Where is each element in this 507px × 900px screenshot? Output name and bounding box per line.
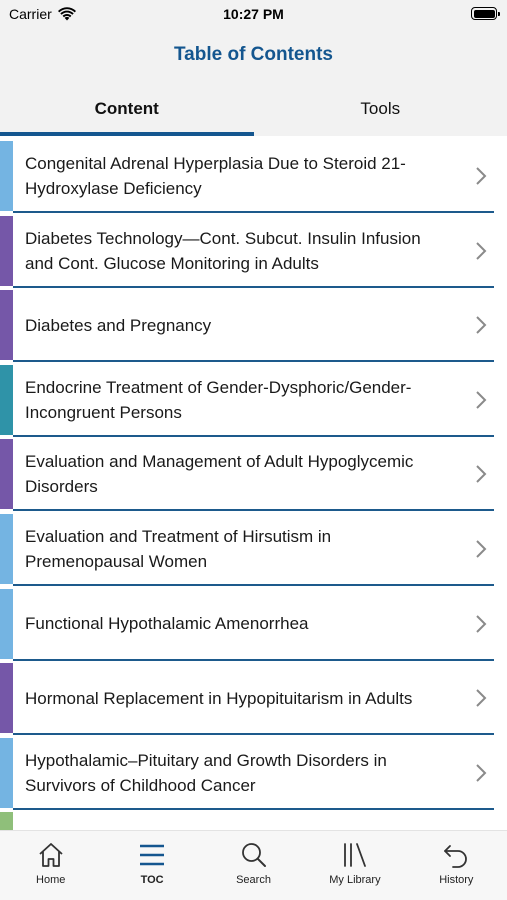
- tab-my-library[interactable]: My Library: [304, 831, 405, 900]
- tab-history-label: History: [439, 874, 474, 886]
- list-item[interactable]: Hypothalamic–Pituitary and Growth Disord…: [0, 737, 507, 813]
- list-item-label: Hypothalamic–Pituitary and Growth Disord…: [25, 750, 387, 795]
- category-stripe: [0, 439, 13, 510]
- tab-toc[interactable]: TOC: [101, 831, 202, 900]
- chevron-right-icon: [476, 540, 487, 558]
- divider: [13, 733, 494, 736]
- divider: [13, 807, 494, 810]
- category-stripe: [0, 290, 13, 361]
- category-stripe: [0, 513, 13, 584]
- list-item-label: Functional Hypothalamic Amenorrhea: [25, 614, 309, 634]
- tab-toc-label: TOC: [140, 874, 164, 886]
- list-item[interactable]: Diabetes Technology—Cont. Subcut. Insuli…: [0, 215, 507, 291]
- divider: [13, 360, 494, 363]
- chevron-right-icon: [476, 614, 487, 633]
- list-item[interactable]: Congenital Adrenal Hyperplasia Due to St…: [0, 141, 507, 216]
- battery-icon: [471, 7, 500, 20]
- chevron-right-icon: [476, 391, 487, 409]
- divider: [13, 434, 494, 437]
- list-item-label: Diabetes Technology—Cont. Subcut. Insuli…: [25, 228, 421, 273]
- category-stripe: [0, 663, 13, 734]
- status-time: 10:27 PM: [223, 6, 284, 22]
- list-icon: [140, 844, 165, 866]
- list-item[interactable]: Diabetes and Pregnancy: [0, 290, 507, 365]
- list-item[interactable]: Evaluation and Treatment of Hirsutism in…: [0, 513, 507, 589]
- list-item[interactable]: Functional Hypothalamic Amenorrhea: [0, 588, 507, 664]
- tab-history[interactable]: History: [406, 831, 507, 900]
- list-item[interactable]: Endocrine Treatment of Gender-Dysphoric/…: [0, 364, 507, 440]
- toc-list: Congenital Adrenal Hyperplasia Due to St…: [0, 141, 507, 830]
- status-bar: Carrier 10:27 PM: [0, 0, 507, 30]
- tab-home[interactable]: Home: [0, 831, 101, 900]
- chevron-right-icon: [476, 465, 487, 484]
- chevron-right-icon: [476, 689, 487, 707]
- list-item-label: Evaluation and Management of Adult Hypog…: [25, 452, 414, 497]
- search-icon: [241, 843, 266, 867]
- list-item-label: Endocrine Treatment of Gender-Dysphoric/…: [25, 377, 412, 422]
- list-item-label: Congenital Adrenal Hyperplasia Due to St…: [25, 154, 406, 198]
- chevron-right-icon: [476, 316, 487, 334]
- divider: [13, 211, 494, 213]
- category-stripe: [0, 737, 13, 808]
- divider: [13, 285, 494, 288]
- tab-content[interactable]: Content: [0, 88, 254, 136]
- page-title: Table of Contents: [173, 44, 334, 65]
- divider: [13, 583, 494, 586]
- tab-my-library-label: My Library: [329, 874, 381, 886]
- list-item-label: Diabetes and Pregnancy: [25, 315, 212, 335]
- tab-home-label: Home: [36, 874, 66, 886]
- list-item[interactable]: Evaluation and Management of Adult Hypog…: [0, 439, 507, 514]
- tab-search-label: Search: [236, 874, 271, 886]
- category-stripe: [0, 364, 13, 435]
- tab-tools[interactable]: Tools: [254, 88, 507, 136]
- list-item-label: Hormonal Replacement in Hypopituitarism …: [25, 688, 413, 708]
- library-icon: [344, 843, 366, 867]
- chevron-right-icon: [476, 167, 487, 185]
- chevron-right-icon: [476, 764, 487, 782]
- category-stripe: [0, 141, 13, 211]
- chevron-right-icon: [476, 241, 487, 260]
- category-stripe: [0, 215, 13, 286]
- bottom-tab-bar: Home TOC Search My Library History: [0, 830, 507, 900]
- category-stripe: [0, 812, 13, 830]
- divider: [13, 509, 494, 512]
- header: Table of Contents Content Tools: [0, 30, 507, 136]
- list-item-label: [25, 812, 447, 830]
- list-item[interactable]: Hormonal Replacement in Hypopituitarism …: [0, 663, 507, 738]
- category-stripe: [0, 588, 13, 659]
- tab-search[interactable]: Search: [203, 831, 304, 900]
- home-icon: [39, 843, 63, 867]
- divider: [13, 658, 494, 661]
- segment-tabs: Content Tools: [0, 88, 507, 136]
- history-icon: [444, 845, 468, 868]
- list-item-label: Evaluation and Treatment of Hirsutism in…: [25, 526, 332, 571]
- list-item[interactable]: [0, 812, 507, 830]
